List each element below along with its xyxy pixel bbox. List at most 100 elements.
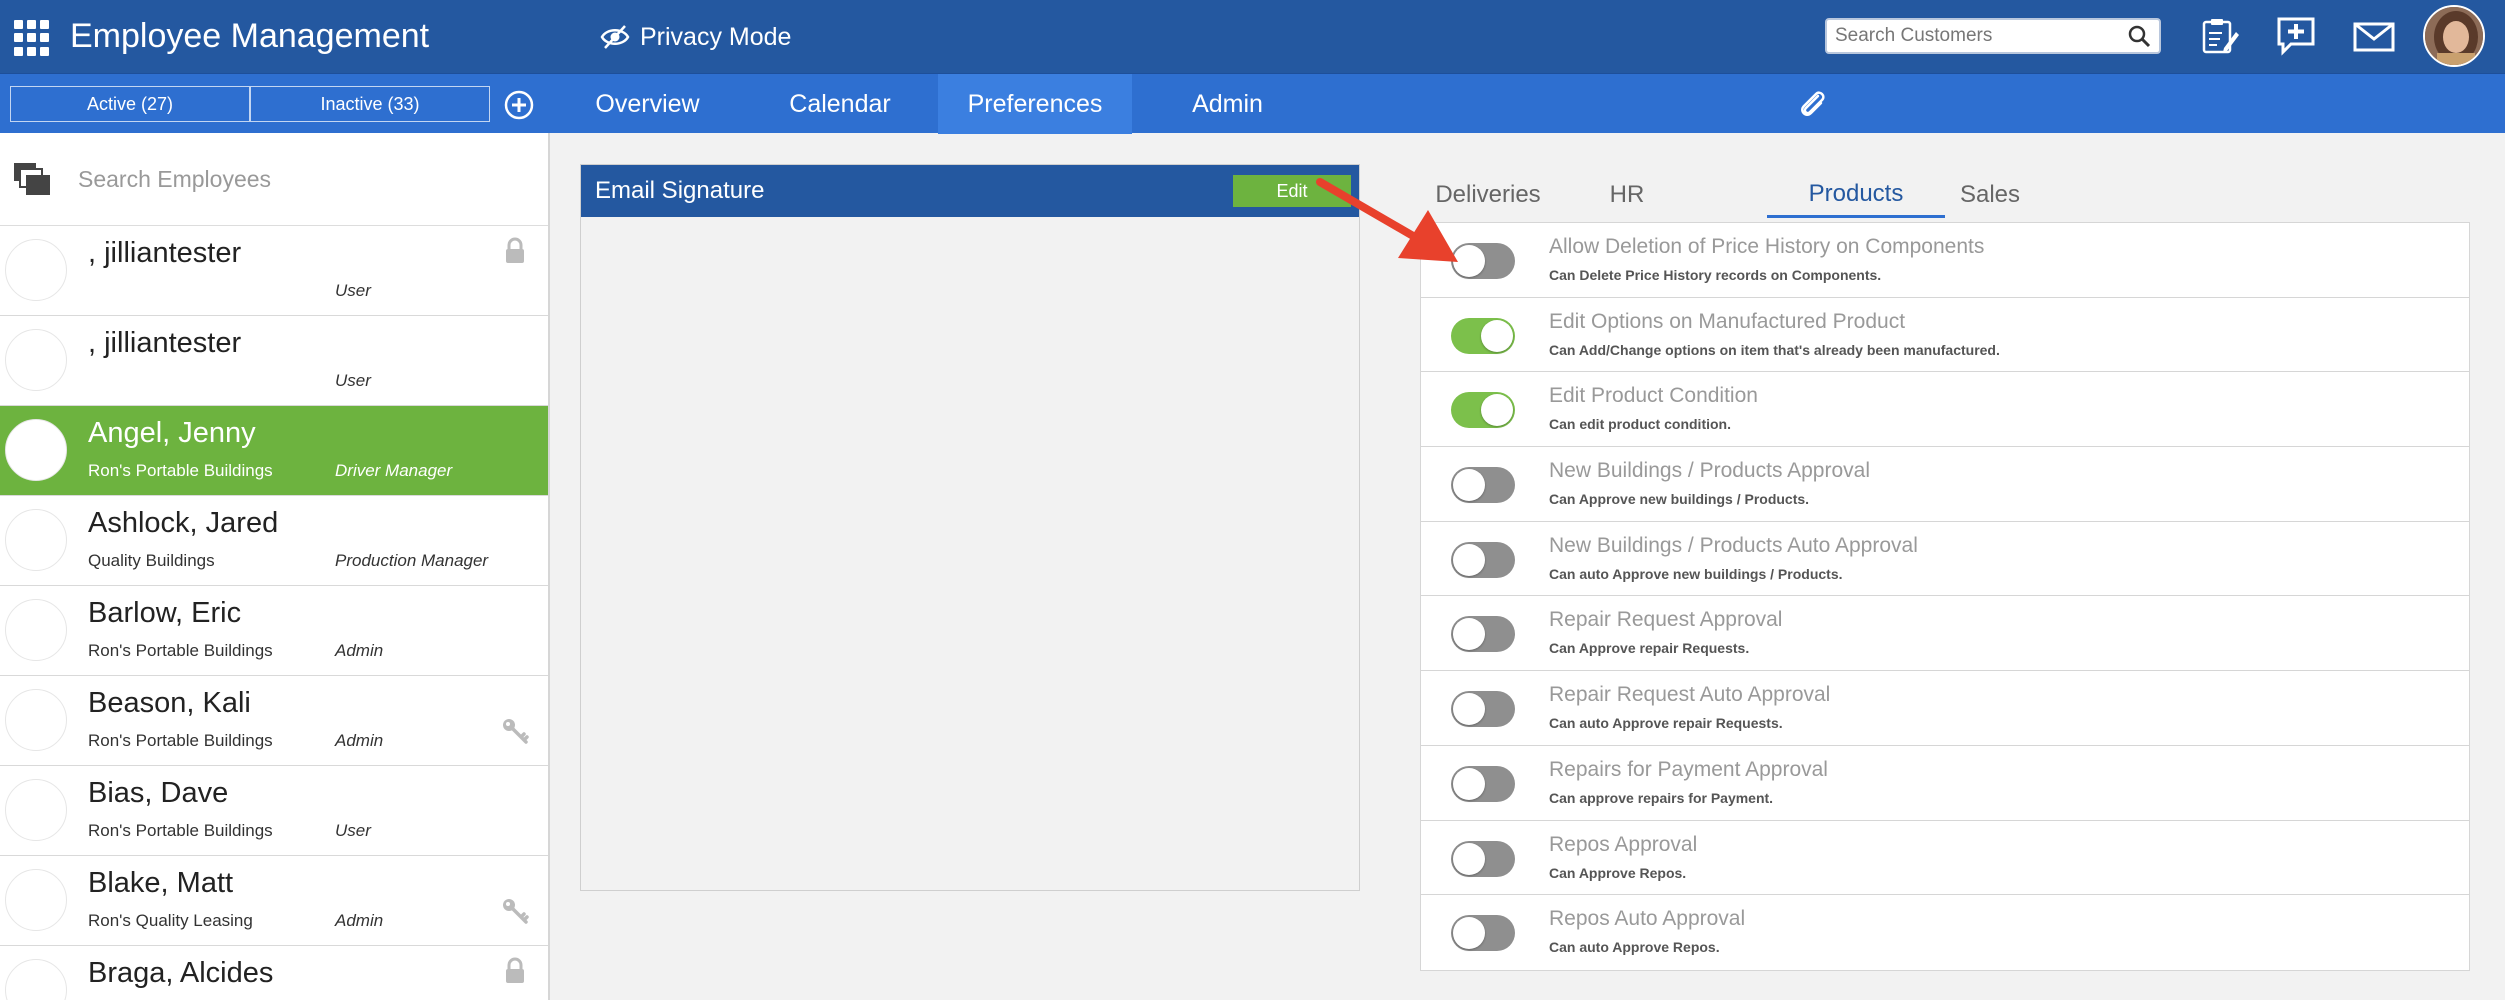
- permission-row: Repos Approval Can Approve Repos.: [1421, 821, 2469, 896]
- employee-avatar: [5, 689, 67, 751]
- top-header: Employee Management Privacy Mode: [0, 0, 2505, 73]
- tab-products[interactable]: Products: [1767, 172, 1945, 218]
- permission-row: New Buildings / Products Auto Approval Ca…: [1421, 522, 2469, 597]
- apps-grid-icon[interactable]: [14, 20, 50, 56]
- filter-active-button[interactable]: Active (27): [10, 86, 250, 122]
- employee-name: Ashlock, Jared: [88, 507, 279, 539]
- employee-row[interactable]: Angel, Jenny Ron's Portable Buildings Driv…: [0, 406, 548, 496]
- add-message-icon[interactable]: [2275, 16, 2319, 56]
- toggle-knob: [1453, 917, 1485, 950]
- permission-description: Can Approve Repos.: [1549, 864, 1687, 881]
- clipboard-edit-icon[interactable]: [2198, 16, 2242, 56]
- employee-name: Bias, Dave: [88, 777, 229, 809]
- permission-row: Allow Deletion of Price History on Compo…: [1421, 223, 2469, 298]
- toggle-knob: [1453, 693, 1485, 726]
- privacy-mode-toggle[interactable]: Privacy Mode: [600, 20, 791, 54]
- employee-name: Angel, Jenny: [88, 417, 256, 449]
- employee-search-input[interactable]: [78, 165, 518, 193]
- employee-name: Blake, Matt: [88, 867, 234, 899]
- employee-row[interactable]: Barlow, Eric Ron's Portable Buildings Admi…: [0, 586, 548, 676]
- permission-row: Repair Request Auto Approval Can auto App…: [1421, 671, 2469, 746]
- toggle-knob: [1453, 469, 1485, 502]
- employee-row[interactable]: Bias, Dave Ron's Portable Buildings User: [0, 766, 548, 856]
- permission-toggle[interactable]: [1451, 915, 1515, 952]
- tab-hr[interactable]: HR: [1566, 172, 1688, 218]
- toggle-knob: [1453, 842, 1485, 875]
- permission-toggle[interactable]: [1451, 467, 1515, 504]
- employee-row[interactable]: Braga, AlcidesRon's Portable BuildingsDe…: [0, 946, 548, 1000]
- permission-toggle[interactable]: [1451, 765, 1515, 802]
- employee-role: User: [335, 371, 371, 390]
- app-title: Employee Management: [70, 17, 430, 55]
- email-signature-card: Email Signature Edit: [580, 164, 1360, 891]
- customer-search-input[interactable]: [1835, 25, 2127, 47]
- employee-row[interactable]: Blake, Matt Ron's Quality Leasing Admin: [0, 856, 548, 946]
- permission-toggle[interactable]: [1451, 392, 1515, 429]
- permission-description: Can Approve new buildings / Products.: [1549, 491, 1810, 508]
- annotation-arrow: [1316, 178, 1458, 262]
- tab-admin[interactable]: Admin: [1150, 74, 1305, 134]
- permission-row: Repos Auto Approval Can auto Approve Repo…: [1421, 895, 2469, 970]
- permission-title: Edit Product Condition: [1549, 384, 1758, 408]
- user-photo: [2425, 7, 2483, 65]
- permission-title: New Buildings / Products Auto Approval: [1549, 533, 1918, 557]
- permission-title: Repairs for Payment Approval: [1549, 757, 1828, 781]
- tab-preferences[interactable]: Preferences: [938, 74, 1132, 134]
- user-avatar[interactable]: [2423, 5, 2485, 67]
- permission-description: Can approve repairs for Payment.: [1549, 789, 1774, 806]
- customer-search[interactable]: [1825, 18, 2161, 54]
- permission-description: Can edit product condition.: [1549, 416, 1731, 433]
- privacy-mode-label: Privacy Mode: [640, 22, 792, 51]
- permission-title: New Buildings / Products Approval: [1549, 459, 1870, 483]
- permission-toggle[interactable]: [1451, 616, 1515, 653]
- employee-search: [0, 133, 548, 226]
- employee-role: Admin: [335, 641, 384, 660]
- permission-title: Repair Request Approval: [1549, 608, 1783, 632]
- employee-row[interactable]: , jilliantester User: [0, 226, 548, 316]
- email-signature-title: Email Signature: [595, 177, 765, 204]
- sub-nav-bar: Active (27) Inactive (33) Overview Calen…: [0, 73, 2505, 134]
- paperclip-icon[interactable]: [1796, 88, 1830, 122]
- toggle-knob: [1481, 394, 1513, 427]
- multi-select-icon[interactable]: [12, 161, 54, 197]
- add-employee-icon[interactable]: [503, 89, 535, 121]
- employee-avatar: [5, 869, 67, 931]
- search-icon[interactable]: [2127, 24, 2151, 48]
- permission-toggle[interactable]: [1451, 691, 1515, 728]
- employee-company: Ron's Quality Leasing: [88, 911, 253, 930]
- tab-calendar[interactable]: Calendar: [760, 74, 920, 134]
- employee-row[interactable]: , jilliantester User: [0, 316, 548, 406]
- employee-avatar: [5, 239, 67, 301]
- filter-inactive-button[interactable]: Inactive (33): [250, 86, 490, 122]
- permission-title: Repos Auto Approval: [1549, 907, 1746, 931]
- employee-company: Ron's Portable Buildings: [88, 461, 273, 480]
- permission-row: Repair Request Approval Can Approve repai…: [1421, 596, 2469, 672]
- employee-row[interactable]: Ashlock, Jared Quality Buildings Productio…: [0, 496, 548, 586]
- employee-row[interactable]: Beason, Kali Ron's Portable Buildings Admi…: [0, 676, 548, 766]
- permission-row: Edit Product Condition Can edit product c…: [1421, 372, 2469, 448]
- employee-name: Beason, Kali: [88, 687, 251, 719]
- toggle-knob: [1481, 319, 1513, 352]
- mail-icon[interactable]: [2352, 16, 2396, 56]
- permission-list: Allow Deletion of Price History on Compo…: [1420, 222, 2470, 971]
- key-icon: [503, 899, 529, 924]
- employee-role: Driver Manager: [335, 461, 453, 480]
- toggle-knob: [1453, 543, 1485, 576]
- eye-slash-icon: [600, 25, 630, 49]
- permission-toggle[interactable]: [1451, 541, 1515, 578]
- toggle-knob: [1453, 618, 1485, 651]
- permission-toggle[interactable]: [1451, 840, 1515, 877]
- employee-company: Ron's Portable Buildings: [88, 821, 273, 840]
- employee-company: Ron's Portable Buildings: [88, 731, 273, 750]
- employee-role: Admin: [335, 911, 384, 930]
- employee-role: Admin: [335, 731, 384, 750]
- app-window: Employee Management Privacy Mode Search …: [0, 0, 2505, 1000]
- employee-name: Barlow, Eric: [88, 597, 242, 629]
- employee-avatar: [5, 419, 67, 481]
- permission-description: Can Approve repair Requests.: [1549, 640, 1750, 657]
- permission-toggle[interactable]: [1451, 317, 1515, 354]
- tab-overview[interactable]: Overview: [570, 74, 725, 134]
- tab-sales[interactable]: Sales: [1945, 172, 2035, 218]
- employee-panel: , jilliantester User , jilliantester User An…: [0, 133, 550, 1000]
- permission-title: Edit Options on Manufactured Product: [1549, 309, 1906, 333]
